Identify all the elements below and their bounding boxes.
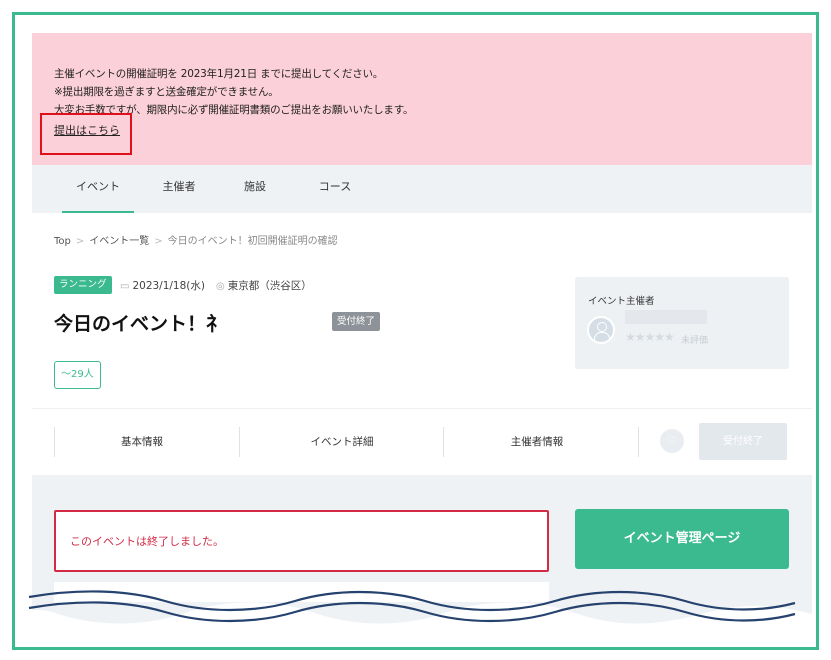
event-title: 今日のイベント！礻 [54,313,226,335]
screenshot-frame: 主催イベントの開催証明を 2023年1月21日 までに提出してください。 ※提出… [12,12,819,650]
event-date: ▭ 2023/1/18(水) [120,278,205,293]
organizer-card[interactable]: イベント主催者 ★★★★★ 未評価 [575,277,789,369]
breadcrumb: Top > イベント一覧 > 今日のイベント！初回開催証明の確認 [54,236,338,247]
certificate-notice-banner: 主催イベントの開催証明を 2023年1月21日 までに提出してください。 ※提出… [32,33,812,165]
subnav-divider [443,427,444,457]
tab-organizer[interactable]: 主催者 [152,165,206,213]
tab-event[interactable]: イベント [62,165,134,213]
subnav-divider [638,427,639,457]
event-location-text: 東京都（渋谷区） [227,280,312,292]
organizer-name-redacted [625,310,707,324]
status-badge: 受付終了 [332,312,381,331]
event-management-button[interactable]: イベント管理ページ [575,509,789,569]
subnav-divider [239,427,240,457]
favorite-heart-icon[interactable]: ♡ [660,429,684,453]
breadcrumb-top[interactable]: Top [54,236,71,247]
breadcrumb-current: 今日のイベント！初回開催証明の確認 [167,236,338,247]
event-ended-alert: このイベントは終了しました。 [54,510,549,572]
torn-edge-wave [15,590,816,647]
event-date-text: 2023/1/18(水) [132,280,205,292]
event-location: ◎ 東京都（渋谷区） [216,278,312,293]
capacity-tag: 〜29人 [54,361,101,389]
organizer-rating: 未評価 [681,336,709,346]
subnav-organizer-info[interactable]: 主催者情報 [487,431,587,453]
subnav-divider [54,427,55,457]
breadcrumb-event-list[interactable]: イベント一覧 [89,236,149,247]
page-content: 主催イベントの開催証明を 2023年1月21日 までに提出してください。 ※提出… [32,33,812,647]
event-sub-nav: 基本情報 イベント詳細 主催者情報 [32,408,812,475]
category-badge: ランニング [54,276,112,294]
notice-line-warning: ※提出期限を過ぎますと送金確定ができません。 [54,86,279,98]
highlight-box [40,113,132,155]
event-ended-message: このイベントは終了しました。 [70,535,224,548]
avatar [587,316,615,344]
rating-stars-icon: ★★★★★ [625,330,675,344]
subnav-basic-info[interactable]: 基本情報 [92,431,192,453]
location-pin-icon: ◎ [216,281,225,292]
tab-facility[interactable]: 施設 [230,165,280,213]
closed-button: 受付終了 [699,423,787,460]
subnav-event-details[interactable]: イベント詳細 [287,431,397,453]
calendar-icon: ▭ [120,281,130,292]
organizer-label: イベント主催者 [588,296,655,307]
main-tab-bar: イベント 主催者 施設 コース [32,165,812,213]
tab-course[interactable]: コース [308,165,362,213]
notice-line-deadline: 主催イベントの開催証明を 2023年1月21日 までに提出してください。 [54,68,384,80]
